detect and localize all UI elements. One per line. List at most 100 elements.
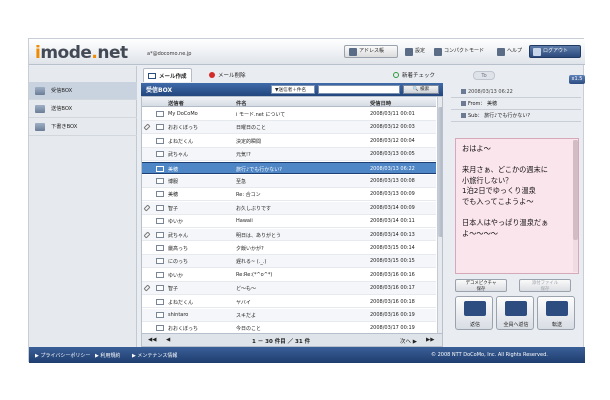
new-check-label: 新着チェック [402, 73, 436, 79]
terms-link[interactable]: ▶ 利用規約 [95, 352, 120, 359]
settings-button[interactable]: 設定 [405, 45, 425, 58]
compact-mode-button[interactable]: コンパクトモード [434, 45, 484, 58]
book-icon [349, 47, 357, 56]
help-label: ヘルプ [507, 48, 523, 54]
envelope-icon [156, 191, 164, 198]
pager: ◀◀ ◀ 1 － 30 件目 ／ 31 件 次へ ▶ ▶▶ [141, 334, 443, 347]
pager-first-button[interactable]: ◀◀ [148, 337, 156, 343]
pager-next-button[interactable]: 次へ ▶ [400, 337, 417, 345]
pager-text: 1 － 30 件目 ／ 31 件 [252, 339, 311, 345]
row-subject: 今日のこと [236, 326, 262, 333]
pager-last-button[interactable]: ▶▶ [426, 337, 434, 343]
table-row[interactable]: 智子 お久しぶりです 2008/03/14 00:09 [142, 201, 436, 215]
search-scope-select[interactable]: ▼送信者＋件名 [271, 85, 315, 94]
body-scrollbar[interactable] [573, 140, 578, 272]
table-row[interactable]: おおくぼっち 今日のこと 2008/03/17 00:19 [142, 322, 436, 333]
row-sender: 武ちゃん [168, 232, 189, 239]
table-row[interactable]: 武ちゃん 元気!? 2008/03/13 00:05 [142, 148, 436, 161]
table-row[interactable]: にのっち 遅れる~ (._.) 2008/03/15 00:15 [142, 255, 436, 269]
forward-button[interactable]: 転送 [537, 296, 575, 330]
header-bar: imode.net a*@docomo.ne.jp アドレス帳 設定 コンパクト… [29, 39, 585, 65]
column-sender[interactable]: 送信者 [168, 99, 184, 107]
row-sender: よねだくん [168, 299, 194, 306]
table-row[interactable]: 厳高っち 夕飯いかが? 2008/03/15 00:14 [142, 242, 436, 255]
table-row[interactable]: おおくぼっち 日曜日のこと 2008/03/12 00:03 [142, 121, 436, 135]
table-row[interactable]: 美穂 Re: 合コン 2008/03/13 00:09 [142, 188, 436, 202]
app-window: imode.net a*@docomo.ne.jp アドレス帳 設定 コンパクト… [28, 38, 585, 363]
row-date: 2008/03/15 00:14 [370, 245, 415, 251]
column-date[interactable]: 受信日時 [370, 99, 391, 107]
row-subject: 至急 [236, 179, 247, 185]
folder-sidebar: 受信BOX 送信BOX 下書きBOX [29, 66, 137, 347]
forward-label: 転送 [551, 322, 562, 328]
zoom-button[interactable]: x1.5 [569, 75, 585, 84]
row-sender: 武ちゃん [168, 152, 189, 159]
new-check-button[interactable]: 新着チェック [389, 68, 439, 82]
privacy-policy-link[interactable]: ▶ プライバシーポリシー [35, 352, 90, 359]
maintenance-info-link[interactable]: ▶ メンテナンス情報 [132, 352, 177, 359]
row-date: 2008/03/13 00:09 [370, 191, 415, 198]
pager-prev-button[interactable]: ◀ [166, 337, 170, 343]
list-scroll-thumb[interactable] [438, 107, 442, 237]
table-row[interactable]: よねだくん ヤバイ 2008/03/16 00:18 [142, 296, 436, 309]
table-row[interactable]: よねだくん 決定的瞬間 2008/03/12 00:04 [142, 135, 436, 148]
table-row[interactable]: 博服 至急 2008/03/13 00:08 [142, 175, 436, 188]
sidebar-item-label: 送信BOX [51, 106, 73, 112]
sidebar-item-drafts[interactable]: 下書きBOX [29, 118, 137, 136]
row-subject: スキだよ [236, 313, 257, 319]
mail-list: 送信者 件名 受信日時 My DoCoMo i モード.net について 2008/… [141, 96, 443, 334]
mail-from: From： 美穂 [461, 100, 497, 107]
attachment-placeholder [145, 111, 151, 117]
envelope-icon [156, 165, 164, 172]
address-book-button[interactable]: アドレス帳 [344, 45, 398, 58]
row-subject: Re: 合コン [236, 192, 261, 199]
compose-button[interactable]: メール作成 [143, 68, 192, 82]
search-button[interactable]: 🔍 検索 [403, 85, 439, 94]
mail-icon [461, 113, 466, 118]
reply-all-button[interactable]: 全員へ返信 [496, 296, 534, 330]
attachment-placeholder [145, 191, 151, 197]
delete-button[interactable]: メール削除 [205, 68, 250, 82]
envelope-icon [156, 124, 164, 131]
row-date: 2008/03/12 00:04 [370, 137, 415, 144]
sidebar-item-inbox[interactable]: 受信BOX [29, 82, 137, 100]
table-row[interactable]: My DoCoMo i モード.net について 2008/03/11 00:01 [142, 108, 436, 121]
attachment-icon [143, 123, 151, 131]
attachment-placeholder [145, 151, 151, 157]
reply-icon [464, 301, 486, 316]
imode-logo[interactable]: imode.net [35, 43, 128, 63]
column-subject[interactable]: 件名 [236, 99, 247, 107]
envelope-icon [148, 72, 156, 79]
list-scrollbar[interactable] [437, 97, 442, 333]
reply-button[interactable]: 返信 [455, 296, 493, 330]
mail-date: 2008/03/13 06:22 [461, 89, 513, 95]
table-row[interactable]: ゆいか Hawaii 2008/03/14 00:11 [142, 215, 436, 228]
inbox-title: 受信BOX [146, 87, 173, 94]
table-row[interactable]: shintaro スキだよ 2008/03/16 00:19 [142, 309, 436, 322]
help-button[interactable]: ヘルプ [497, 45, 522, 58]
compact-mode-label: コンパクトモード [444, 48, 485, 54]
from-value: 美穂 [486, 101, 497, 107]
mail-date-value: 2008/03/13 06:22 [468, 89, 513, 95]
folder-icon [35, 104, 45, 113]
envelope-icon [156, 151, 164, 158]
row-subject: 決定的瞬間 [236, 138, 262, 145]
row-sender: 厳高っち [168, 246, 189, 252]
table-row[interactable]: 美穂 旅行♪でも行かない? 2008/03/13 06:22 [142, 161, 436, 175]
row-subject: 明日は、ありがとう [236, 232, 282, 239]
envelope-icon [156, 245, 164, 251]
table-row[interactable]: ゆいか Re:Re:(*^o^*) 2008/03/16 00:16 [142, 269, 436, 282]
save-attachment-button[interactable]: 添付ファイル 保存 [519, 279, 571, 292]
sidebar-item-sent[interactable]: 送信BOX [29, 100, 137, 118]
body-scroll-thumb[interactable] [573, 140, 578, 240]
save-deco-picture-button[interactable]: デコメピクチャ 保存 [455, 279, 507, 292]
table-row[interactable]: 智子 ど～も～ 2008/03/16 00:17 [142, 282, 436, 295]
account-address: a*@docomo.ne.jp [147, 51, 192, 57]
row-date: 2008/03/17 00:19 [370, 325, 415, 332]
reply-all-icon [505, 301, 527, 316]
logout-button[interactable]: ログアウト [529, 45, 581, 58]
table-row[interactable]: 武ちゃん 明日は、ありがとう 2008/03/14 00:13 [142, 228, 436, 242]
divider [451, 121, 581, 122]
search-input[interactable] [318, 85, 400, 94]
search-icon: 🔍 [412, 87, 419, 92]
